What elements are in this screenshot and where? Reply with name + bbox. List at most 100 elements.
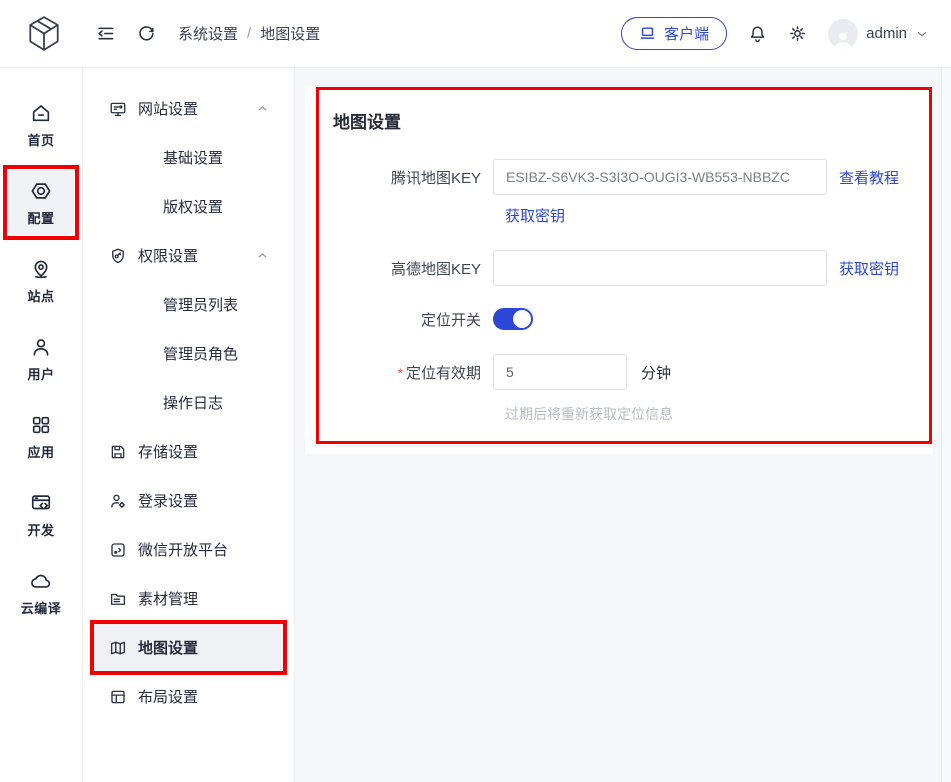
sidebar-item-label: 开发 xyxy=(27,523,55,538)
menu-item-label: 权限设置 xyxy=(138,248,199,265)
tencent-key-row: 腾讯地图KEY 查看教程 xyxy=(333,159,905,195)
menu-item-label: 存储设置 xyxy=(138,444,199,461)
sidebar-item-home[interactable]: 首页 xyxy=(8,92,74,157)
sidebar-item-label: 配置 xyxy=(27,211,55,226)
toggle-knob xyxy=(513,310,531,328)
chevron-down-icon xyxy=(915,27,929,41)
sidebar-item-label: 首页 xyxy=(27,133,55,148)
main-content: 地图设置 腾讯地图KEY 查看教程 获取密钥 高德地图KEY 获取密钥 定位开关 xyxy=(295,68,941,782)
client-button[interactable]: 客户端 xyxy=(621,17,728,50)
panel-title: 地图设置 xyxy=(333,113,401,132)
save-icon xyxy=(109,443,127,461)
layout-icon xyxy=(109,688,127,706)
sidebar-item-dev[interactable]: 开发 xyxy=(8,482,74,547)
menu-item-label: 布局设置 xyxy=(138,689,199,706)
breadcrumb-item-system-settings[interactable]: 系统设置 xyxy=(178,23,238,44)
chevron-up-icon[interactable] xyxy=(256,249,269,262)
required-asterisk: * xyxy=(397,364,403,381)
menu-item-website-settings[interactable]: 网站设置 xyxy=(93,84,284,133)
amap-key-input[interactable] xyxy=(493,250,827,286)
sidebar-item-label: 云编译 xyxy=(20,601,62,616)
validity-unit: 分钟 xyxy=(641,364,672,382)
location-toggle-label: 定位开关 xyxy=(420,311,481,329)
home-icon xyxy=(30,102,52,124)
sidebar-item-user[interactable]: 用户 xyxy=(8,326,74,391)
menu-item-label: 管理员角色 xyxy=(163,346,239,363)
menu-item-material-management[interactable]: 素材管理 xyxy=(93,574,284,623)
map-icon xyxy=(109,639,127,657)
menu-item-label: 登录设置 xyxy=(138,493,199,510)
breadcrumb-item-map-settings: 地图设置 xyxy=(260,26,321,43)
laptop-icon xyxy=(639,25,656,42)
gear-icon settings-button[interactable] xyxy=(788,24,807,43)
menu-item-label: 地图设置 xyxy=(138,640,199,657)
menu-item-login-settings[interactable]: 登录设置 xyxy=(93,476,284,525)
menu-item-label: 微信开放平台 xyxy=(138,542,229,559)
menu-item-operation-logs[interactable]: 操作日志 xyxy=(93,378,284,427)
menu-item-basic-settings[interactable]: 基础设置 xyxy=(93,133,284,182)
sidebar-item-label: 应用 xyxy=(27,445,55,460)
location-toggle-row: 定位开关 xyxy=(333,308,905,330)
scrollbar-gutter[interactable] xyxy=(941,68,951,782)
menu-item-permission-settings[interactable]: 权限设置 xyxy=(93,231,284,280)
bell-icon notifications-button[interactable] xyxy=(748,24,767,44)
amap-key-label: 高德地图KEY xyxy=(390,260,481,278)
menu-item-map-settings[interactable]: 地图设置 xyxy=(90,620,287,675)
monitor-icon xyxy=(109,100,127,118)
sidebar-item-cloud-build[interactable]: 云编译 xyxy=(8,560,74,625)
menu-item-label: 操作日志 xyxy=(163,395,224,412)
tencent-key-label: 腾讯地图KEY xyxy=(390,169,481,187)
settings-submenu: 网站设置基础设置版权设置权限设置管理员列表管理员角色操作日志存储设置登录设置微信… xyxy=(83,68,295,782)
top-header: 系统设置 / 地图设置 客户端 admin xyxy=(0,0,951,68)
app-logo cube-logo-icon[interactable] xyxy=(26,15,62,53)
shield-icon xyxy=(109,247,127,265)
map-settings-form: 腾讯地图KEY 查看教程 获取密钥 高德地图KEY 获取密钥 定位开关 xyxy=(333,159,905,424)
menu-item-storage-settings[interactable]: 存储设置 xyxy=(93,427,284,476)
validity-help-text: 过期后将重新获取定位信息 xyxy=(505,406,673,422)
tencent-key-input[interactable] xyxy=(493,159,827,195)
menu-item-admin-list[interactable]: 管理员列表 xyxy=(93,280,284,329)
menu-item-layout-settings[interactable]: 布局设置 xyxy=(93,672,284,721)
menu-item-admin-roles[interactable]: 管理员角色 xyxy=(93,329,284,378)
user-icon xyxy=(30,336,52,358)
location-toggle-switch[interactable] xyxy=(493,308,533,330)
annotation-box-config xyxy=(3,165,79,240)
collapse-menu-icon fold-icon[interactable] xyxy=(96,24,115,43)
sidebar-item-apps[interactable]: 应用 xyxy=(8,404,74,469)
user-gear-icon xyxy=(109,492,127,510)
username: admin xyxy=(866,25,907,42)
sidebar-item-label: 站点 xyxy=(27,289,55,304)
tencent-get-key-row: 获取密钥 xyxy=(505,205,905,226)
refresh-icon[interactable] xyxy=(137,24,156,43)
folder-icon xyxy=(109,590,127,608)
menu-item-label: 素材管理 xyxy=(138,591,199,608)
tencent-get-key-link[interactable]: 获取密钥 xyxy=(505,208,565,225)
apps-icon xyxy=(30,414,52,436)
validity-row: *定位有效期 分钟 xyxy=(333,354,905,390)
nut-icon xyxy=(30,180,52,202)
icon-sidebar: 首页配置站点用户应用开发云编译 xyxy=(0,68,83,782)
menu-item-label: 网站设置 xyxy=(138,101,199,118)
menu-item-wechat-open-platform[interactable]: 微信开放平台 xyxy=(93,525,284,574)
breadcrumb: 系统设置 / 地图设置 xyxy=(178,23,320,44)
sidebar-item-label: 用户 xyxy=(27,367,55,382)
user-menu[interactable]: admin xyxy=(828,18,929,49)
validity-label: * 定位有效期 xyxy=(397,364,481,382)
amap-get-key-link[interactable]: 获取密钥 xyxy=(839,258,899,279)
pin-icon xyxy=(30,258,52,280)
avatar xyxy=(828,18,859,49)
chevron-up-icon[interactable] xyxy=(256,102,269,115)
menu-item-label: 版权设置 xyxy=(163,199,224,216)
menu-item-label: 管理员列表 xyxy=(163,297,239,314)
menu-item-label: 基础设置 xyxy=(163,150,224,167)
wechat-dev-icon xyxy=(109,541,127,559)
menu-item-copyright-settings[interactable]: 版权设置 xyxy=(93,182,284,231)
cloud-icon xyxy=(30,570,52,592)
view-tutorial-link[interactable]: 查看教程 xyxy=(839,167,899,188)
validity-input[interactable] xyxy=(493,354,627,390)
amap-key-row: 高德地图KEY 获取密钥 xyxy=(333,250,905,286)
dev-icon xyxy=(30,492,52,514)
sidebar-item-site[interactable]: 站点 xyxy=(8,248,74,313)
sidebar-item-config[interactable]: 配置 xyxy=(3,165,79,240)
breadcrumb-separator: / xyxy=(247,25,252,42)
